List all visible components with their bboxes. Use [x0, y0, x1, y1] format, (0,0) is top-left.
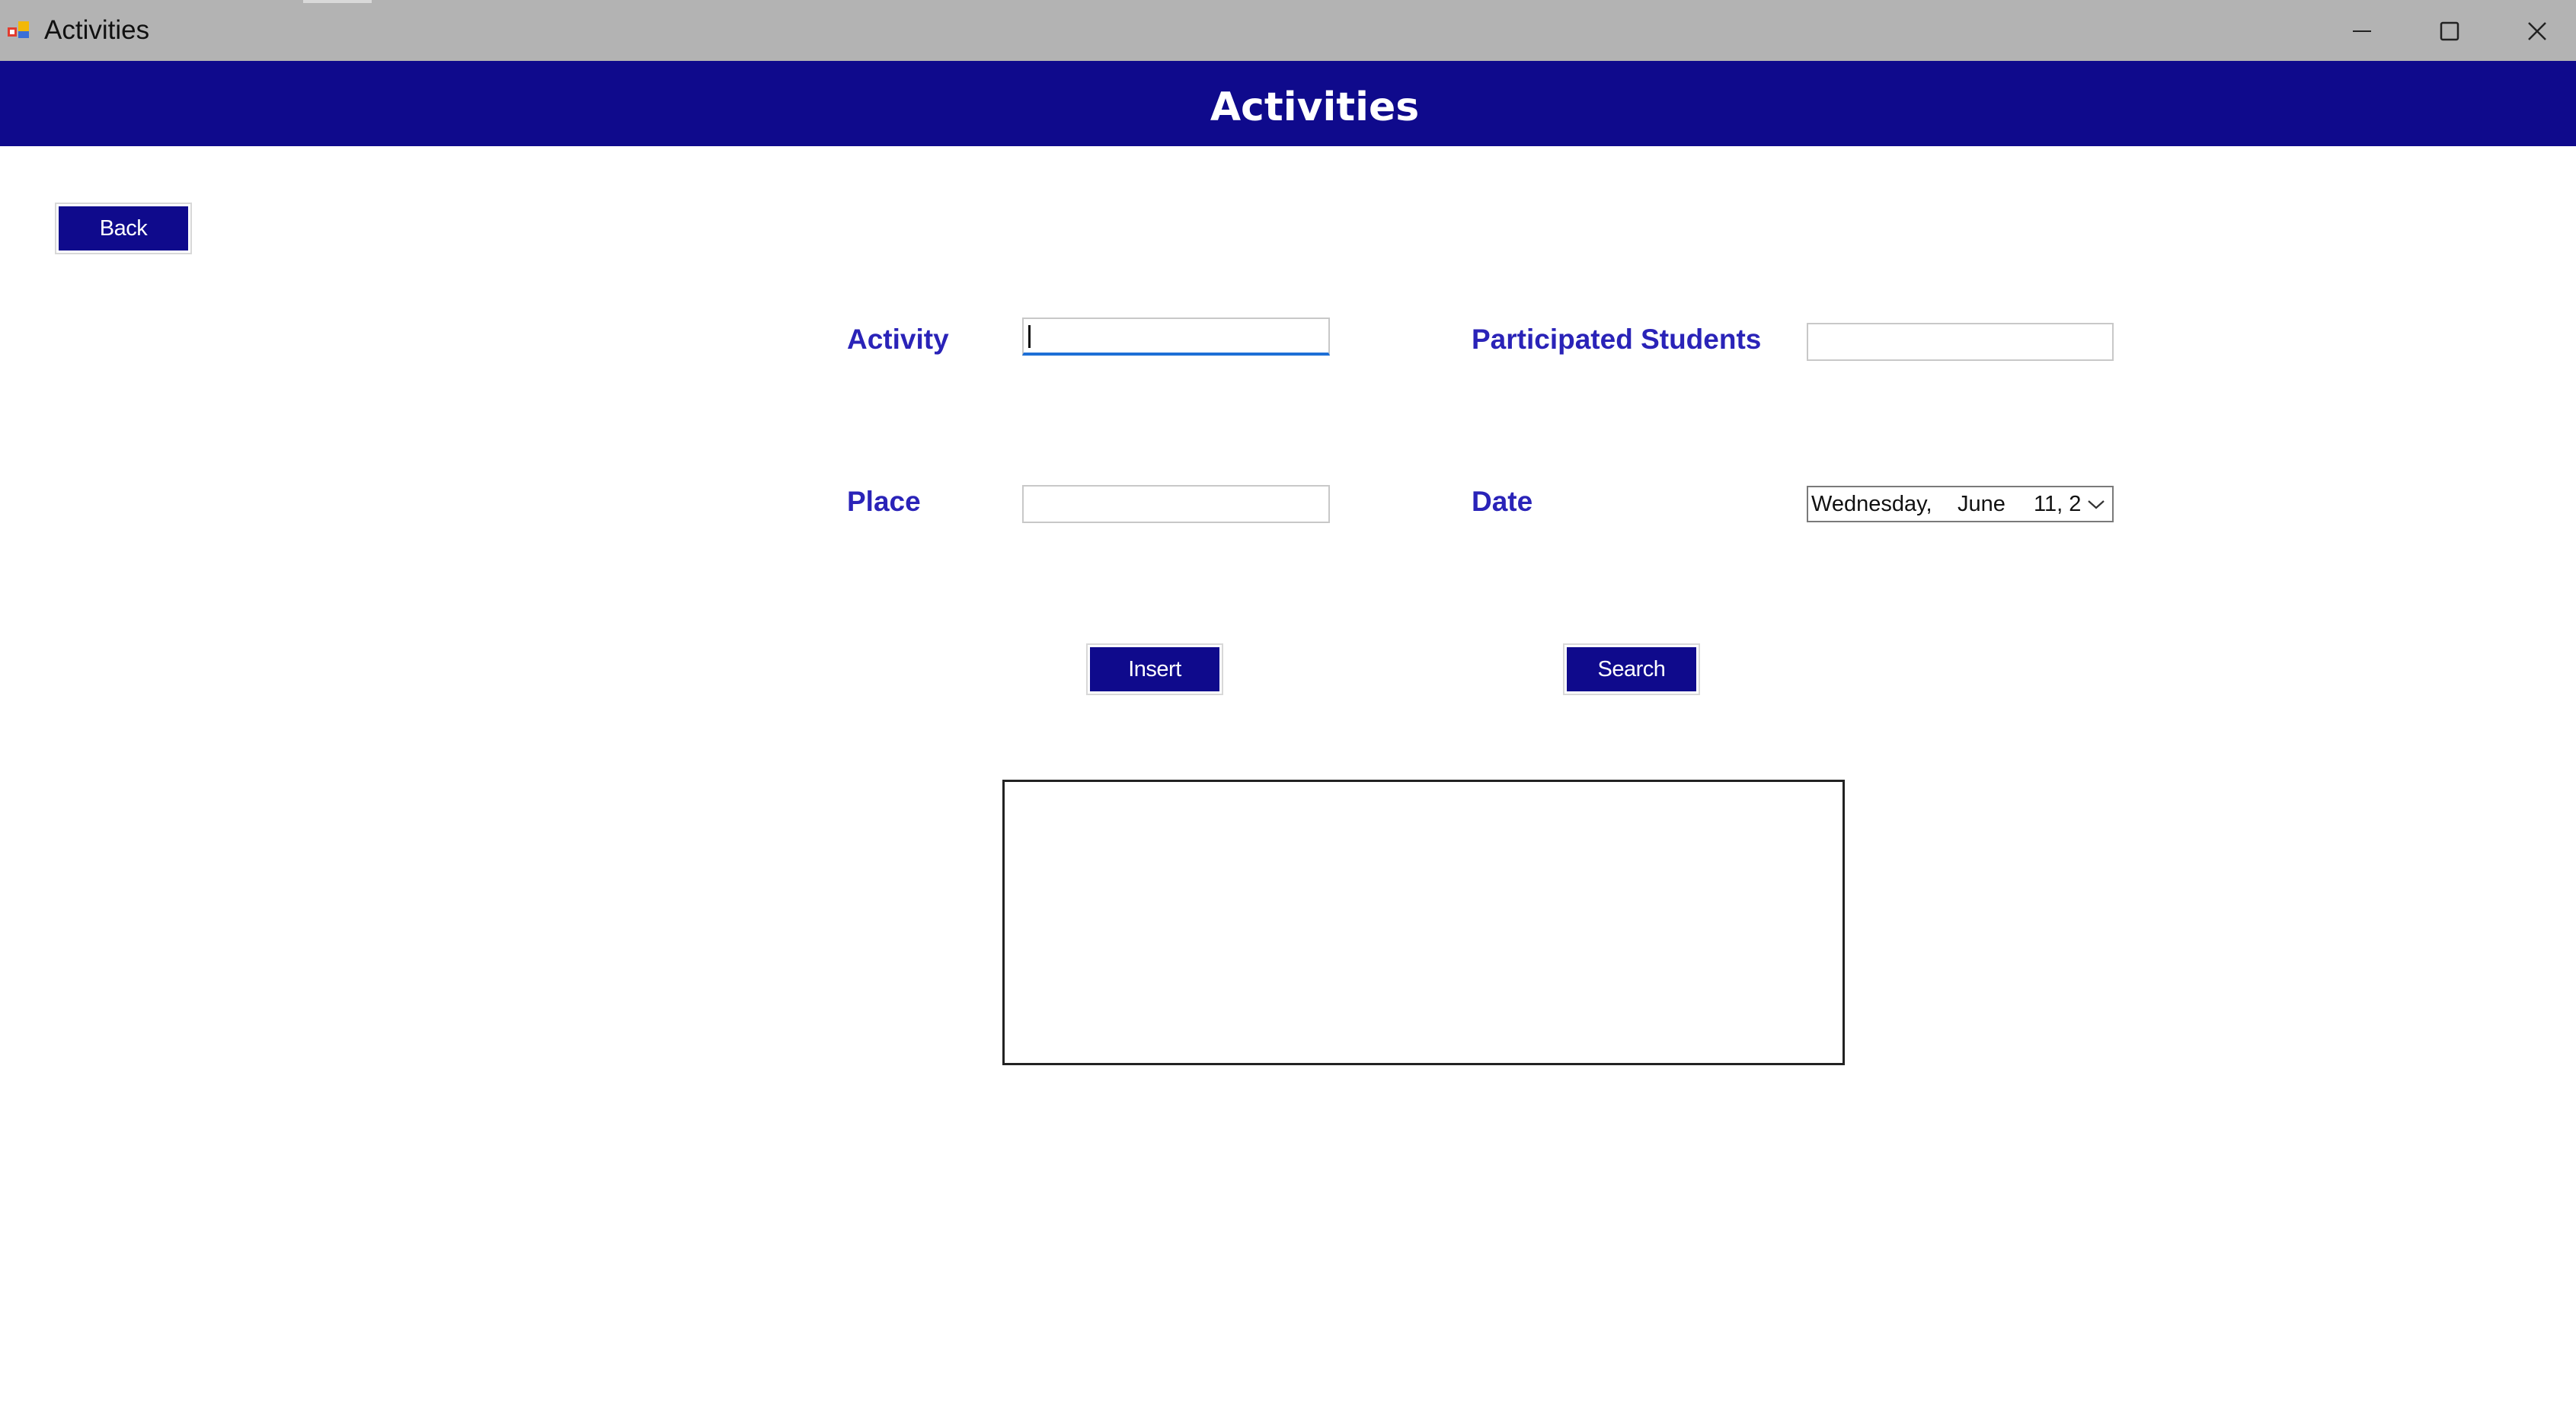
- page-title: Activities: [1210, 85, 1420, 130]
- window-title: Activities: [44, 15, 150, 45]
- maximize-button[interactable]: [2408, 0, 2492, 61]
- text-caret: [1028, 325, 1031, 348]
- maximize-icon: [2440, 21, 2459, 41]
- title-bar-accent: [303, 0, 372, 3]
- insert-button-frame: Insert: [1086, 643, 1223, 695]
- search-button[interactable]: Search: [1567, 647, 1696, 691]
- winforms-app-icon: [8, 21, 29, 38]
- date-weekday: Wednesday,: [1811, 492, 1932, 516]
- place-label: Place: [847, 486, 921, 517]
- participated-students-label: Participated Students: [1472, 324, 1762, 355]
- chevron-down-icon[interactable]: [2086, 496, 2106, 512]
- date-picker[interactable]: Wednesday, June 11, 2: [1807, 486, 2114, 522]
- date-label: Date: [1472, 486, 1533, 517]
- close-button[interactable]: [2497, 0, 2576, 61]
- search-button-frame: Search: [1563, 643, 1700, 695]
- minimize-button[interactable]: [2322, 0, 2405, 61]
- results-grid[interactable]: [1002, 780, 1845, 1065]
- insert-button[interactable]: Insert: [1090, 647, 1219, 691]
- activity-input[interactable]: [1022, 318, 1330, 356]
- participated-students-input[interactable]: [1807, 323, 2114, 361]
- back-button[interactable]: Back: [59, 206, 188, 251]
- close-icon: [2528, 22, 2546, 40]
- back-button-frame: Back: [55, 203, 192, 254]
- activities-window: Activities Activities Back Activity Part…: [0, 0, 2576, 1401]
- date-month: June: [1958, 492, 2006, 516]
- activity-label: Activity: [847, 324, 949, 355]
- place-input[interactable]: [1022, 485, 1330, 523]
- date-day-year: 11, 2: [2034, 492, 2082, 516]
- minimize-icon: [2353, 30, 2371, 32]
- header-banner: Activities: [0, 61, 2576, 146]
- title-bar[interactable]: Activities: [0, 0, 2576, 61]
